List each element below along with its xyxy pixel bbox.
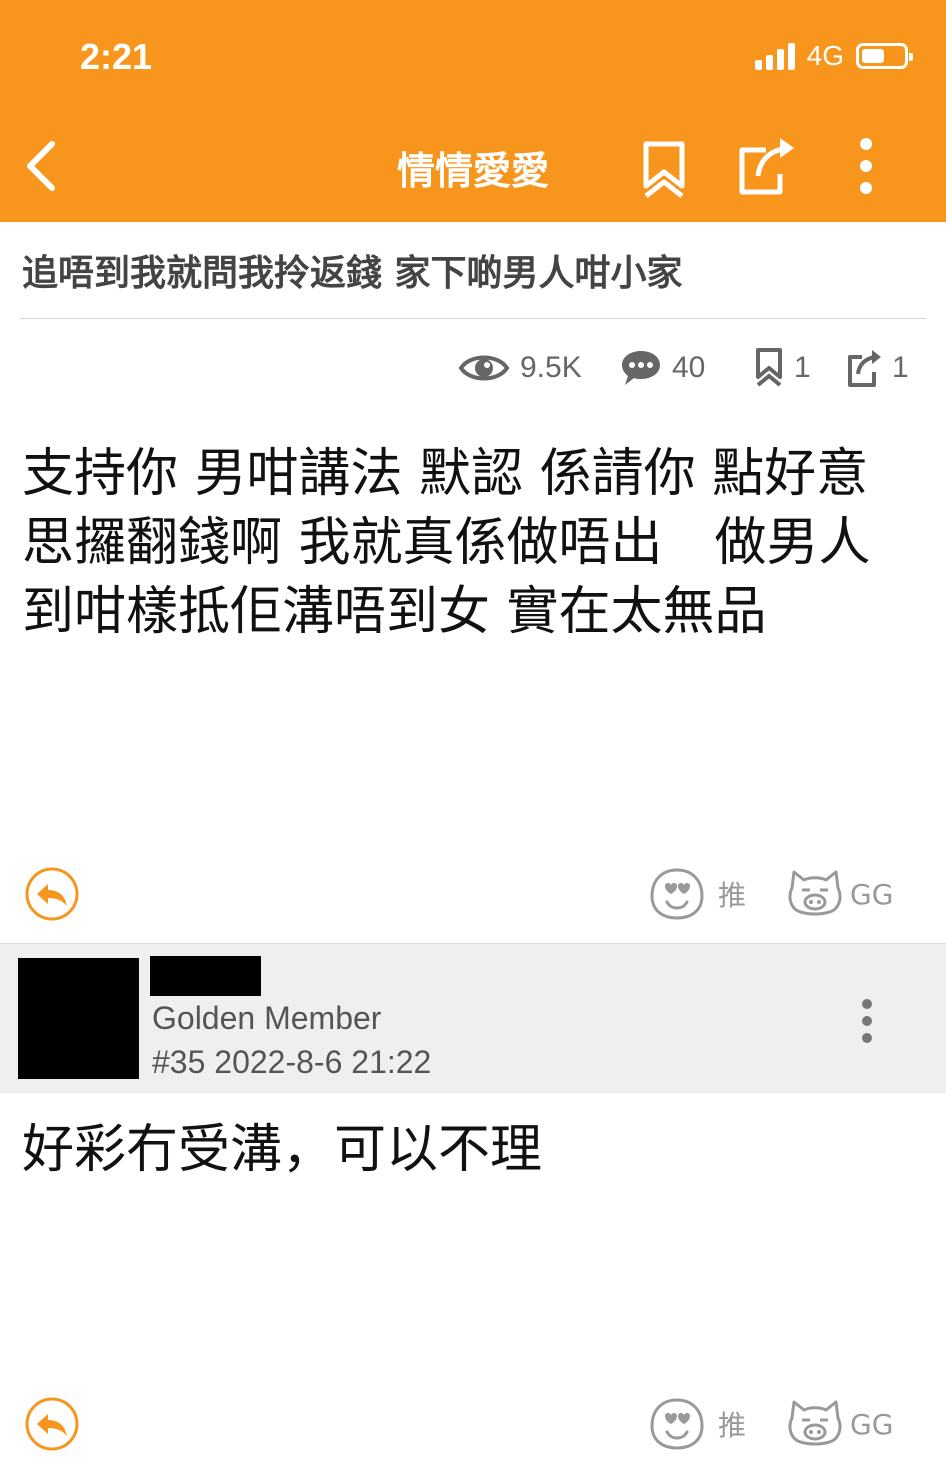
more-vertical-icon <box>862 999 872 1043</box>
reply-button[interactable] <box>24 866 80 922</box>
top-bar: 2:21 4G 情情愛愛 <box>0 0 946 222</box>
reply-button[interactable] <box>24 1396 80 1452</box>
views-count: 9.5K <box>520 351 582 384</box>
bookmarks-count: 1 <box>794 351 811 384</box>
more-button[interactable] <box>850 136 882 200</box>
member-level: Golden Member <box>152 1000 382 1036</box>
push-button[interactable]: 推 <box>648 866 746 922</box>
network-type: 4G <box>806 40 844 71</box>
forum-title: 情情愛愛 <box>0 140 946 195</box>
thread-stats: 9.5K 40 1 1 <box>0 346 946 390</box>
shares-count: 1 <box>892 351 909 384</box>
shares-stat: 1 <box>846 346 909 390</box>
bookmark-icon <box>756 348 782 387</box>
gg-label: GG <box>850 877 894 911</box>
username-redacted[interactable] <box>150 956 261 996</box>
eye-icon <box>458 355 510 381</box>
comments-count: 40 <box>672 351 706 384</box>
post-actions: 推 GG <box>0 866 946 926</box>
reply-icon <box>25 1397 79 1451</box>
views-stat: 9.5K <box>458 346 582 390</box>
push-button[interactable]: 推 <box>648 1396 746 1452</box>
signal-icon <box>754 42 795 70</box>
push-label: 推 <box>718 1409 747 1442</box>
reply-icon <box>25 867 79 921</box>
push-label: 推 <box>718 879 747 912</box>
share-button[interactable] <box>736 134 798 198</box>
comments-stat: 40 <box>620 346 705 390</box>
comment-icon <box>622 351 660 385</box>
bookmark-icon <box>643 141 685 198</box>
bookmarks-stat: 1 <box>754 346 811 390</box>
thread-title: 追唔到我就問我拎返錢 家下啲男人咁小家 <box>22 253 683 294</box>
pig-face-icon <box>788 1400 842 1446</box>
gg-button[interactable]: GG <box>786 866 893 922</box>
share-icon <box>739 138 794 195</box>
more-vertical-icon <box>860 138 872 194</box>
reply-header: Golden Member #35 2022-8-6 21:22 <box>0 943 946 1093</box>
reply-actions: 推 GG <box>0 1396 946 1456</box>
post-meta: #35 2022-8-6 21:22 <box>152 1044 432 1080</box>
reply-content: 好彩冇受溝，可以不理 <box>22 1120 543 1180</box>
post-content: 支持你 男咁講法 默認 係請你 點好意思攞翻錢啊 我就真係做唔出 做男人到咁樣抵… <box>22 444 871 642</box>
avatar[interactable] <box>18 958 139 1079</box>
status-indicators: 4G <box>754 40 913 72</box>
pig-face-icon <box>788 870 842 916</box>
status-time: 2:21 <box>80 36 153 77</box>
heart-eyes-face-icon <box>650 868 704 920</box>
forum-title-text: 情情愛愛 <box>396 149 549 193</box>
battery-icon <box>856 43 913 69</box>
bookmark-button[interactable] <box>640 140 688 204</box>
gg-button[interactable]: GG <box>786 1396 893 1452</box>
reply-more-button[interactable] <box>854 996 880 1046</box>
gg-label: GG <box>850 1407 894 1441</box>
share-icon <box>848 350 881 387</box>
divider <box>20 318 926 319</box>
heart-eyes-face-icon <box>650 1398 704 1450</box>
